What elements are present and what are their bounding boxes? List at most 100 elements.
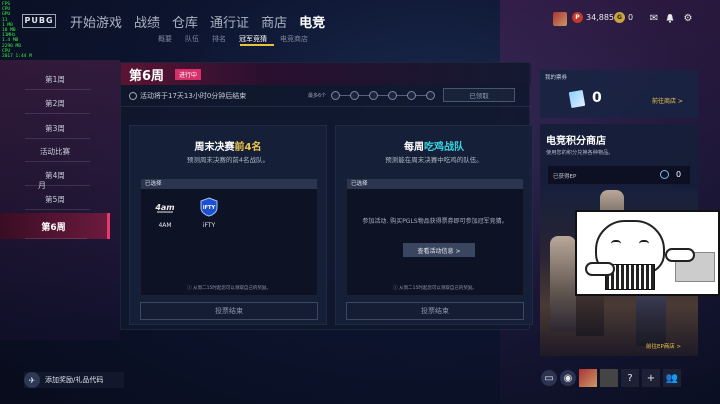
- vote-ended-button[interactable]: 投票结束: [346, 302, 524, 320]
- card-title-prefix: 周末决赛: [194, 142, 235, 153]
- card-title: 周末决赛前4名: [130, 138, 326, 153]
- sidebar-item-week3[interactable]: 第3周: [0, 117, 110, 139]
- status-badge: 进行中: [175, 69, 202, 80]
- card-title-prefix: 每周: [404, 142, 424, 153]
- friends-list-icon[interactable]: 👥: [663, 369, 681, 387]
- card-subtitle: 预测周末决赛的前4名战队。: [186, 156, 270, 164]
- bp-amount: 34,885: [586, 13, 614, 22]
- progress-node-4: [388, 91, 397, 100]
- bell-icon: [664, 12, 676, 24]
- progress-track: [331, 95, 431, 96]
- gift-icon: ✈: [24, 372, 40, 388]
- main-nav: 开始游戏 战绩 仓库 通行证 商店 电竞: [70, 12, 325, 31]
- character-figure: [550, 236, 576, 332]
- mail-button[interactable]: ✉: [648, 12, 660, 24]
- stray-label: 月: [38, 181, 46, 190]
- add-friend-icon[interactable]: +: [642, 369, 660, 387]
- sidebar-item-week5[interactable]: 第5周: [0, 188, 110, 210]
- subtab-esports-store[interactable]: 电竞商店: [280, 34, 308, 44]
- nav-tab-play[interactable]: 开始游戏: [70, 12, 122, 31]
- pickem-panel: 第6周 进行中 活动将于17天13小时0分钟后结束 最多6个 已领取 周末决赛前…: [120, 62, 533, 330]
- cat-paw: [585, 262, 615, 276]
- ep-balance: 已获得EP 0: [548, 166, 690, 184]
- g-coin-amount: 0: [628, 13, 634, 22]
- reward-note: ⓘ 从周二15时起您可以领取自己的奖励。: [393, 286, 477, 291]
- sub-nav: 概要 队伍 排名 冠军竞猜 电竞商店: [158, 34, 308, 44]
- card-title-highlight: 吃鸡战队: [424, 142, 464, 153]
- subtab-teams[interactable]: 队伍: [185, 34, 199, 44]
- panel-header: 第6周 进行中: [121, 63, 531, 85]
- nav-tab-esports[interactable]: 电竞: [299, 12, 325, 31]
- ep-label: 已获得EP: [553, 174, 577, 180]
- svg-text:4am: 4am: [154, 203, 174, 212]
- voice-icon[interactable]: ◉: [560, 370, 576, 386]
- subtab-ranking[interactable]: 排名: [212, 34, 226, 44]
- week-title: 第6周: [129, 69, 165, 84]
- sidebar-item-week2[interactable]: 第2周: [0, 92, 110, 114]
- timer-row: 活动将于17天13小时0分钟后结束 最多6个 已领取: [121, 85, 531, 107]
- selected-label: 已选择: [141, 179, 317, 189]
- debug-overlay: FPS CPU GPU 11 1 MB 10 MB 11MHz 1.4 MB 2290 MB…: [2, 2, 32, 60]
- friend-avatar[interactable]: [579, 369, 597, 387]
- notifications-button[interactable]: [664, 12, 676, 24]
- ticket-count: 0: [592, 90, 602, 106]
- svg-text:iFTY: iFTY: [203, 205, 216, 211]
- cat-eye: [639, 240, 649, 244]
- mail-icon: ✉: [649, 12, 659, 24]
- redeem-label: 添加奖励/礼品代码: [45, 376, 104, 384]
- redeem-code-button[interactable]: ✈ 添加奖励/礼品代码: [24, 372, 124, 388]
- progress-node-5: [407, 91, 416, 100]
- bottom-right-toolbar: ▭ ◉ ? + 👥: [541, 369, 681, 387]
- points-label: 最多6个: [308, 93, 327, 99]
- nav-tab-pass[interactable]: 通行证: [210, 12, 249, 31]
- progress-node-1: [331, 91, 340, 100]
- card-title-highlight: 前4名: [234, 142, 262, 153]
- team-pick-ifty[interactable]: iFTY iFTY: [195, 197, 223, 229]
- shop-title: 电竞积分商店: [546, 136, 606, 147]
- sidebar-item-week4[interactable]: 第4周: [0, 164, 110, 186]
- weekend-final-top4-card: 周末决赛前4名 预测周末决赛的前4名战队。 已选择 4am 4AM iFTY i…: [129, 125, 327, 325]
- sidebar-item-week1[interactable]: 第1周: [0, 68, 110, 90]
- progress-node-3: [369, 91, 378, 100]
- subtab-pickem[interactable]: 冠军竞猜: [239, 34, 267, 44]
- sidebar-item-week6[interactable]: 第6周: [0, 213, 110, 239]
- friend-avatar[interactable]: [600, 369, 618, 387]
- shop-subtitle: 使用您的积分兑换各种物品。: [546, 150, 614, 156]
- team-ifty-logo-icon: iFTY: [198, 197, 220, 217]
- cat-paw: [665, 248, 695, 262]
- bongo-cat-overlay: [575, 210, 720, 296]
- pubg-logo[interactable]: PUBG: [22, 14, 56, 28]
- nav-tab-inventory[interactable]: 仓库: [172, 12, 198, 31]
- settings-button[interactable]: ⚙: [682, 12, 694, 24]
- view-event-info-button[interactable]: 查看活动信息 >: [403, 243, 475, 257]
- vote-ended-button[interactable]: 投票结束: [140, 302, 318, 320]
- subtab-active-indicator: [240, 44, 274, 46]
- bp-currency: P 34,885: [572, 12, 614, 23]
- my-tickets-panel: 我的票券 0 前往商店 >: [540, 70, 698, 118]
- help-icon[interactable]: ?: [621, 369, 639, 387]
- team-pick-4am[interactable]: 4am 4AM: [151, 197, 179, 229]
- ep-icon: [660, 170, 669, 179]
- cat-eye: [611, 240, 621, 244]
- g-coin-currency: G 0: [614, 12, 633, 23]
- chat-icon[interactable]: ▭: [541, 370, 557, 386]
- nav-tab-career[interactable]: 战绩: [134, 12, 160, 31]
- subtab-overview[interactable]: 概要: [158, 34, 172, 44]
- team-name: 4AM: [158, 222, 172, 229]
- progress-node-2: [350, 91, 359, 100]
- card-subtitle: 预测能在周末决赛中吃鸡的队伍。: [385, 156, 483, 164]
- gear-icon: ⚙: [683, 12, 693, 24]
- claim-button[interactable]: 已领取: [443, 88, 515, 102]
- card-title: 每周吃鸡战队: [336, 138, 532, 153]
- nav-tab-store[interactable]: 商店: [261, 12, 287, 31]
- player-avatar[interactable]: [553, 12, 567, 26]
- selected-label: 已选择: [347, 179, 523, 189]
- go-to-store-link[interactable]: 前往商店 >: [652, 96, 683, 105]
- go-to-ep-store-link[interactable]: 前往EP商店 >: [646, 342, 681, 350]
- sidebar-item-event-match[interactable]: 活动比赛: [0, 140, 110, 162]
- top-bar: FPS CPU GPU 11 1 MB 10 MB 11MHz 1.4 MB 2290 MB…: [0, 0, 720, 59]
- selected-teams-box: 已选择 4am 4AM iFTY iFTY ⓘ 从周二15时起您可以领取自己的奖…: [140, 178, 318, 296]
- ticket-icon: [568, 89, 586, 109]
- selected-teams-box: 已选择 参加活动. 购买PGLS物品获得票券即可参加冠军竞猜。 查看活动信息 >…: [346, 178, 524, 296]
- g-coin-icon: G: [614, 12, 625, 23]
